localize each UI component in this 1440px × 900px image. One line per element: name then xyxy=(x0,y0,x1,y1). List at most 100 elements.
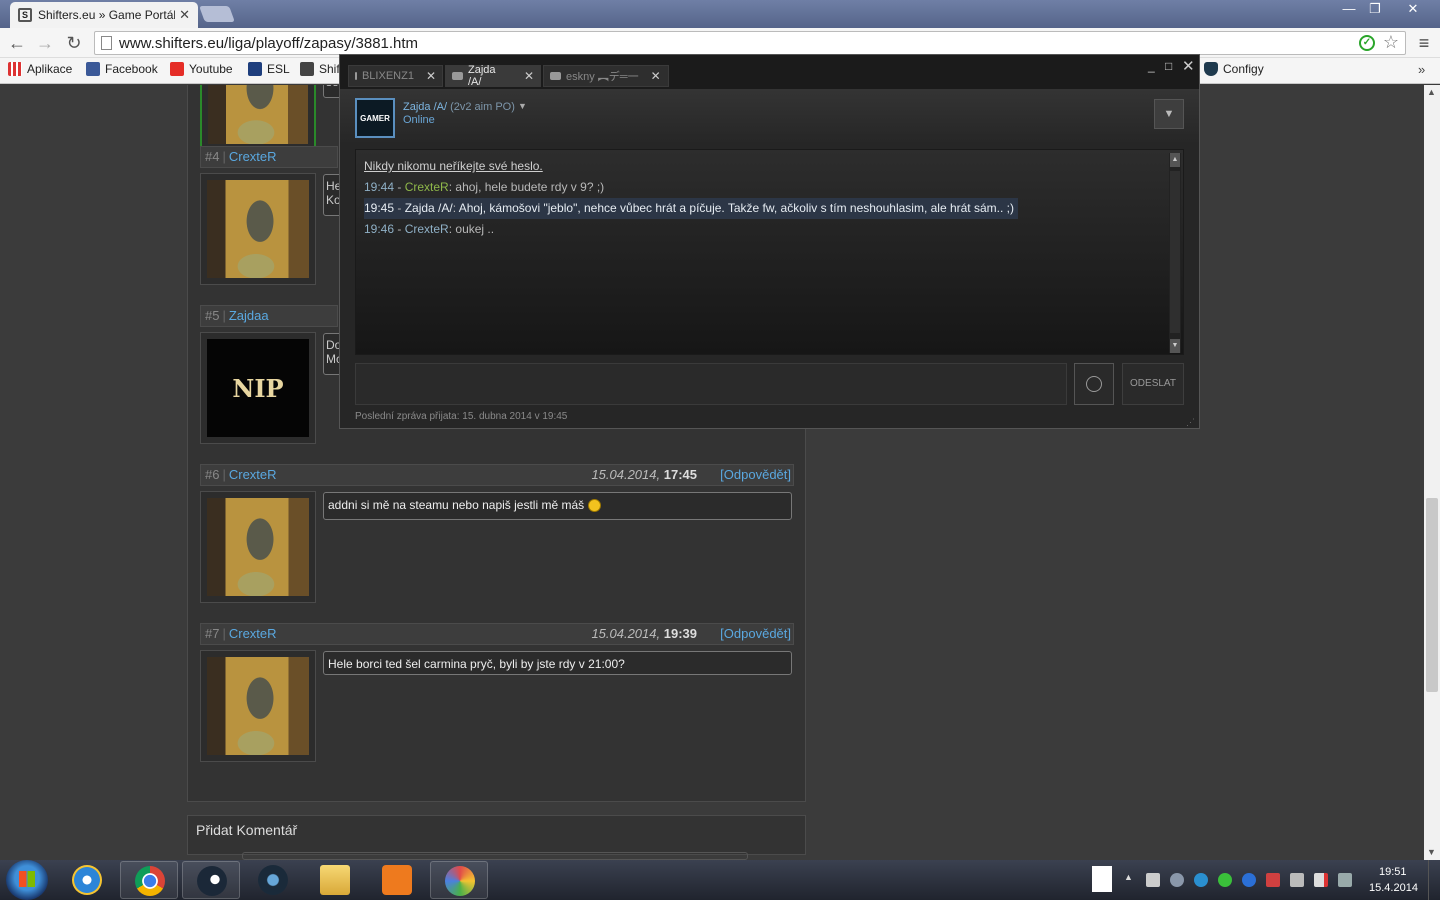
address-bar[interactable]: www.shifters.eu/liga/playoff/zapasy/3881… xyxy=(94,31,1406,55)
show-desktop-button[interactable] xyxy=(1428,860,1440,900)
comment-author-link[interactable]: CrexteR xyxy=(229,467,277,482)
apps-grid-icon xyxy=(8,62,22,76)
chat-minimize-icon[interactable]: _ xyxy=(1148,59,1155,73)
taskbar-paint[interactable] xyxy=(430,861,488,899)
chat-bubble-icon xyxy=(355,72,357,80)
bookmark-esl[interactable]: ESL xyxy=(248,62,290,76)
send-button[interactable]: ODESLAT xyxy=(1122,363,1184,405)
chat-close-icon[interactable]: ✕ xyxy=(1182,57,1195,75)
reply-link[interactable]: [Odpovědět] xyxy=(720,624,791,644)
taskbar-app[interactable] xyxy=(244,861,302,899)
reply-link[interactable]: [Odpovědět] xyxy=(720,465,791,485)
friend-avatar[interactable]: GAMER xyxy=(355,98,395,138)
friend-name[interactable]: Zajda /A/ (2v2 aim PO) xyxy=(403,101,515,113)
chat-scrollbar[interactable]: ▲ ▼ xyxy=(1169,153,1181,353)
headset-app-icon xyxy=(258,865,288,895)
comment-avatar[interactable] xyxy=(200,650,316,762)
tray-green-icon[interactable] xyxy=(1218,873,1232,887)
bookmark-apps[interactable]: Aplikace xyxy=(8,62,72,76)
new-tab-button[interactable] xyxy=(199,6,235,22)
bookmark-facebook[interactable]: Facebook xyxy=(86,62,158,76)
chrome-menu-icon[interactable]: ≡ xyxy=(1414,33,1434,54)
emoticon-button[interactable] xyxy=(1074,363,1114,405)
resize-grip-icon[interactable]: ⋰ xyxy=(1186,417,1195,428)
url-text[interactable]: www.shifters.eu/liga/playoff/zapasy/3881… xyxy=(119,35,418,52)
comment-avatar[interactable] xyxy=(200,85,316,152)
shifters-favicon-icon: S xyxy=(18,8,32,22)
bookmark-youtube[interactable]: Youtube xyxy=(170,62,233,76)
tab-title: Shifters.eu » Game Portál · xyxy=(38,8,176,22)
page-scrollbar[interactable]: ▲ ▼ xyxy=(1424,85,1440,860)
comment-avatar[interactable] xyxy=(200,173,316,285)
network-icon[interactable] xyxy=(1338,873,1352,887)
comment-author-link[interactable]: CrexteR xyxy=(229,149,277,164)
paint-palette-icon xyxy=(445,866,475,896)
page-icon xyxy=(101,36,112,50)
youtube-icon xyxy=(170,62,184,76)
taskbar-media-player[interactable] xyxy=(368,861,426,899)
chat-message-input[interactable] xyxy=(355,363,1067,405)
chat-tab-zajda[interactable]: Zajda /A/✕ xyxy=(445,64,541,88)
tray-ccleaner-icon[interactable] xyxy=(1194,873,1208,887)
browser-tab-active[interactable]: S Shifters.eu » Game Portál · ✕ xyxy=(10,2,198,28)
checkmark-extension-icon[interactable]: ✓ xyxy=(1359,35,1375,51)
chat-options-dropdown[interactable]: ▼ xyxy=(1154,99,1184,129)
action-center-flag-icon[interactable] xyxy=(1314,873,1328,887)
comment-avatar[interactable] xyxy=(200,491,316,603)
close-tab-icon[interactable]: ✕ xyxy=(426,69,436,83)
chat-maximize-icon[interactable]: □ xyxy=(1165,59,1172,73)
avatar-image xyxy=(207,657,309,755)
bookmark-star-icon[interactable]: ☆ xyxy=(1383,32,1399,53)
bookmarks-overflow-icon[interactable]: » xyxy=(1418,62,1425,77)
start-button[interactable] xyxy=(6,860,48,900)
tray-steam-icon[interactable] xyxy=(1170,873,1184,887)
tray-keyboard-icon[interactable] xyxy=(1146,873,1160,887)
taskbar-chrome[interactable] xyxy=(120,861,178,899)
forward-arrow-icon[interactable]: → xyxy=(34,32,56,54)
chat-tab-eskny[interactable]: eskny ︻デ═一 ✕ xyxy=(543,65,669,87)
scroll-down-icon[interactable]: ▼ xyxy=(1170,339,1180,353)
window-minimize-button[interactable]: — xyxy=(1336,0,1362,20)
security-warning: Nikdy nikomu neříkejte své heslo. xyxy=(364,159,543,173)
bookmark-configy[interactable]: Configy xyxy=(1204,62,1264,76)
shield-icon xyxy=(1204,62,1218,76)
tray-blank-window[interactable] xyxy=(1092,866,1112,892)
reload-icon[interactable]: ↻ xyxy=(63,32,85,54)
chat-tab-blixenz1[interactable]: BLIXENZ1 ✕ xyxy=(348,65,443,87)
close-tab-icon[interactable]: ✕ xyxy=(524,69,534,83)
scroll-down-icon[interactable]: ▼ xyxy=(1427,847,1436,857)
taskbar-file-explorer[interactable] xyxy=(306,861,364,899)
scrollbar-thumb[interactable] xyxy=(1426,498,1438,692)
taskbar-internet-explorer[interactable] xyxy=(58,861,116,899)
bookmark-shifters[interactable]: Shif xyxy=(300,62,340,76)
clock-date[interactable]: 15.4.2014 xyxy=(1369,882,1418,894)
add-comment-section: Přidat Komentář xyxy=(187,815,806,860)
comment-input[interactable] xyxy=(242,852,748,860)
comment-author-link[interactable]: Zajdaa xyxy=(229,308,269,323)
comment-avatar[interactable]: NIP xyxy=(200,332,316,444)
taskbar-steam[interactable] xyxy=(182,861,240,899)
add-comment-title: Přidat Komentář xyxy=(196,822,298,838)
internet-explorer-icon xyxy=(72,865,102,895)
volume-icon[interactable] xyxy=(1290,873,1304,887)
back-arrow-icon[interactable]: ← xyxy=(6,32,28,54)
close-tab-icon[interactable]: ✕ xyxy=(651,69,661,83)
clock-time[interactable]: 19:51 xyxy=(1379,866,1407,878)
chat-message: 19:44 - CrexteR: ahoj, hele budete rdy v… xyxy=(364,180,605,194)
tab-close-icon[interactable]: ✕ xyxy=(179,7,190,23)
comment-date: 15.04.2014, 17:45 xyxy=(591,467,697,482)
avatar-image xyxy=(207,180,309,278)
show-hidden-icons-icon[interactable]: ▲ xyxy=(1124,872,1133,882)
tray-red-icon[interactable] xyxy=(1266,873,1280,887)
windows-taskbar: ▲ 19:51 15.4.2014 xyxy=(0,860,1440,900)
chat-scroll-thumb[interactable] xyxy=(1170,171,1180,333)
steam-chat-window: BLIXENZ1 ✕ Zajda /A/✕ eskny ︻デ═一 ✕ _ □ ✕ G… xyxy=(339,54,1200,429)
browser-titlebar: S Shifters.eu » Game Portál · ✕ — ❐ ✕ xyxy=(0,0,1440,28)
window-restore-button[interactable]: ❐ xyxy=(1362,0,1388,20)
chevron-down-icon[interactable]: ▼ xyxy=(518,101,527,111)
scroll-up-icon[interactable]: ▲ xyxy=(1427,87,1436,97)
window-close-button[interactable]: ✕ xyxy=(1390,0,1436,20)
tray-blue-icon[interactable] xyxy=(1242,873,1256,887)
scroll-up-icon[interactable]: ▲ xyxy=(1170,153,1180,167)
comment-author-link[interactable]: CrexteR xyxy=(229,626,277,641)
